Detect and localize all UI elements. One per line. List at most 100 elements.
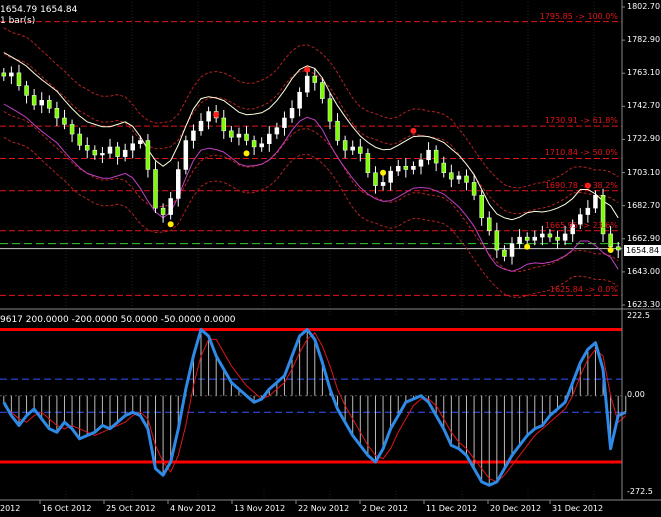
candle-body [168, 198, 173, 215]
candle-body [176, 169, 181, 199]
candle-body [9, 72, 14, 77]
candle [191, 124, 196, 149]
candle [327, 92, 333, 130]
trading-chart-window[interactable]: 1654.79 1654.84 1 bar(s) 9617 200.0000 -… [0, 0, 661, 517]
candle [31, 88, 37, 110]
candle-body [487, 217, 492, 231]
candle [84, 137, 90, 159]
candle-body [320, 82, 325, 99]
candle [244, 126, 249, 146]
candle-body [365, 153, 371, 173]
candle-body [274, 127, 280, 135]
candle [312, 68, 318, 91]
candle [145, 134, 151, 178]
candle-body [244, 133, 249, 141]
candle-body [426, 149, 431, 161]
candle [555, 230, 560, 249]
candle-body [24, 85, 29, 96]
candle [77, 127, 82, 151]
envelope-bands [3, 27, 619, 298]
candle-body [153, 169, 158, 209]
candle-body [259, 143, 264, 148]
candle-body [456, 175, 462, 180]
date-axis-label: 4 Nov 2012 [170, 504, 217, 513]
fib-label: 1690.78 -> 38.2% [544, 180, 618, 190]
indicator-axis-top: 222.5 [627, 311, 650, 320]
bars-readout: 1 bar(s) [0, 16, 36, 26]
candle-body [615, 246, 621, 251]
candle [251, 135, 257, 155]
candle [289, 100, 295, 123]
ma-upper-line [3, 52, 619, 221]
candle-body [524, 236, 530, 241]
candle-body [100, 153, 105, 156]
candle-body [327, 98, 333, 122]
candle-body [433, 149, 439, 164]
candle [388, 166, 393, 191]
candle-body [471, 182, 477, 196]
candle-body [411, 166, 416, 170]
candle-body [229, 130, 234, 138]
candle-body [585, 207, 591, 215]
candle-body [1, 72, 7, 77]
candle-body [160, 207, 166, 215]
candle [130, 135, 135, 159]
chart-canvas[interactable] [0, 0, 661, 517]
candle-body [138, 140, 143, 144]
candlestick-series[interactable] [1, 64, 621, 265]
candle-body [441, 162, 446, 173]
candle-body [198, 120, 204, 132]
candle [441, 156, 446, 178]
candle [153, 161, 158, 213]
date-axis-label: 2012 [0, 504, 21, 513]
price-axis-label: 1742.70 [627, 101, 661, 111]
indicator-readout: 9617 200.0000 -200.0000 50.0000 -50.0000… [0, 315, 236, 325]
candle [168, 192, 173, 220]
indicator-axis-zero: 0.00 [627, 390, 645, 399]
sell-signal-dot [304, 66, 311, 73]
candle-body [335, 120, 340, 141]
candle-body [130, 143, 135, 151]
candle [221, 109, 227, 139]
current-price-tag: 1654.84 [624, 245, 661, 256]
candle [600, 188, 606, 242]
candle [69, 119, 75, 143]
candle-body [388, 170, 393, 183]
cci-indicator [0, 317, 627, 491]
date-axis-label: 16 Oct 2012 [42, 504, 92, 513]
candle [1, 68, 7, 81]
candle [39, 92, 44, 114]
candle [373, 166, 378, 194]
fib-label: 1710.84 -> 50.0% [544, 148, 618, 158]
price-axis-label: 1782.90 [627, 35, 661, 45]
candle [433, 145, 439, 172]
candle [411, 161, 416, 175]
candle [585, 200, 591, 223]
candle-body [47, 99, 52, 109]
candle [509, 237, 515, 265]
candle-body [69, 124, 75, 135]
candle-body [517, 236, 522, 244]
candle [115, 142, 120, 165]
candle [449, 164, 454, 188]
candle-body [62, 117, 67, 125]
date-axis-label: 13 Nov 2012 [234, 504, 286, 513]
fib-label: 1730.91 -> 61.8% [544, 116, 618, 126]
price-axis-label: 1682.70 [627, 200, 661, 210]
candle-body [350, 146, 355, 151]
candle [426, 142, 431, 165]
candle [183, 135, 189, 175]
candle-body [107, 146, 113, 154]
candle-body [395, 166, 401, 172]
candle [198, 113, 204, 136]
candle [456, 171, 462, 184]
candle-body [502, 249, 507, 257]
fibonacci-levels [0, 21, 622, 296]
candle-body [608, 233, 613, 248]
candle-body [92, 149, 98, 156]
indicator-background [0, 317, 622, 491]
candle [464, 169, 469, 191]
price-axis-label: 1763.10 [627, 68, 661, 78]
candle [479, 190, 484, 226]
candle [403, 158, 409, 178]
